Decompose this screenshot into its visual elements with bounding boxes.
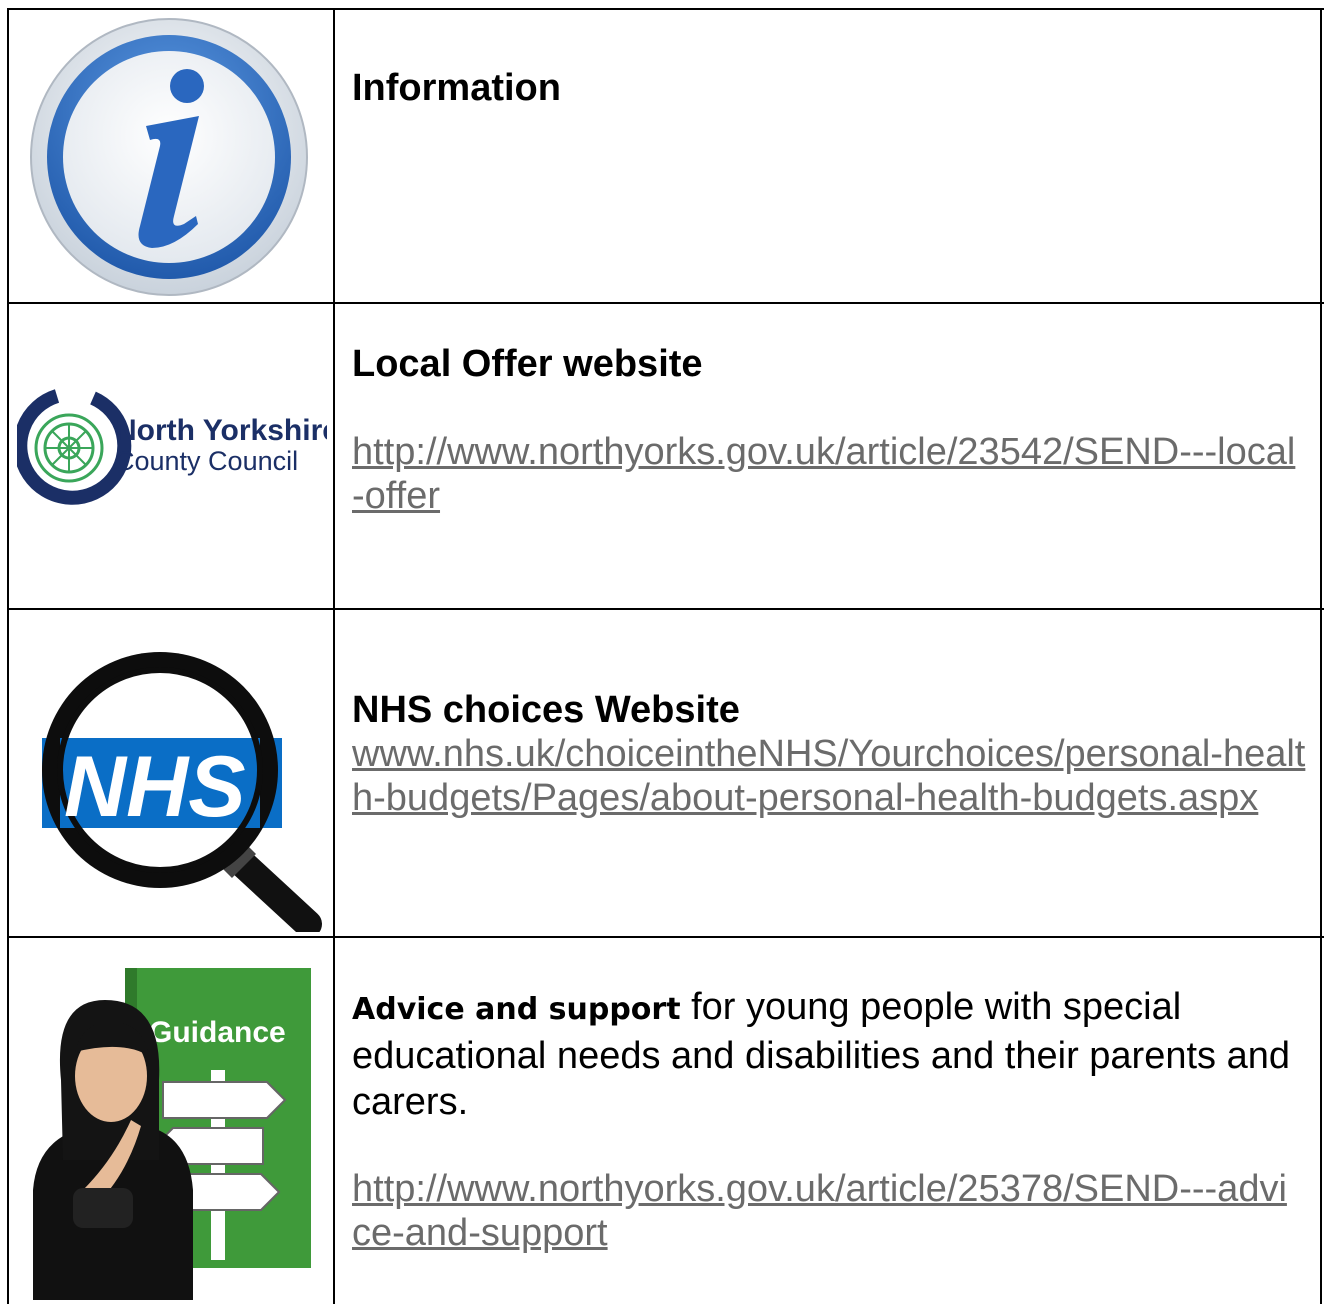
table-border-top — [7, 8, 1324, 10]
table-border-right — [1320, 8, 1322, 1304]
nhs-magnifier-icon: NHS — [32, 620, 332, 938]
svg-text:NHS: NHS — [64, 739, 246, 835]
table-border-left — [7, 8, 9, 1304]
advice-cell: Advice and support for young people with… — [352, 984, 1310, 1255]
advice-link[interactable]: http://www.northyorks.gov.uk/article/253… — [352, 1167, 1302, 1255]
local-offer-heading: Local Offer website — [352, 343, 703, 385]
local-offer-link[interactable]: http://www.northyorks.gov.uk/article/235… — [352, 430, 1302, 518]
information-cell: Information — [352, 66, 1310, 110]
resource-table: Information North Yorkshire County Counc… — [7, 8, 1324, 1304]
guidance-person-icon: Guidance — [13, 960, 325, 1300]
nhs-link[interactable]: www.nhs.uk/choiceintheNHS/Yourchoices/pe… — [352, 732, 1312, 820]
row-divider-2 — [7, 608, 1324, 610]
north-yorkshire-county-council-logo: North Yorkshire County Council — [13, 388, 339, 508]
nhs-heading: NHS choices Website — [352, 689, 740, 731]
information-heading: Information — [352, 67, 561, 109]
svg-text:County Council: County Council — [115, 446, 298, 476]
column-divider — [333, 8, 335, 1304]
svg-text:Guidance: Guidance — [149, 1016, 286, 1049]
advice-paragraph: Advice and support for young people with… — [352, 984, 1310, 1125]
row-divider-3 — [7, 936, 1324, 938]
nhs-cell: NHS choices Website www.nhs.uk/choiceint… — [352, 688, 1310, 820]
local-offer-cell: Local Offer website http://www.northyork… — [352, 342, 1310, 518]
information-icon — [24, 16, 314, 298]
svg-text:North Yorkshire: North Yorkshire — [115, 414, 327, 447]
row-divider-1 — [7, 302, 1324, 304]
advice-bold-lead: Advice and support — [352, 992, 681, 1027]
